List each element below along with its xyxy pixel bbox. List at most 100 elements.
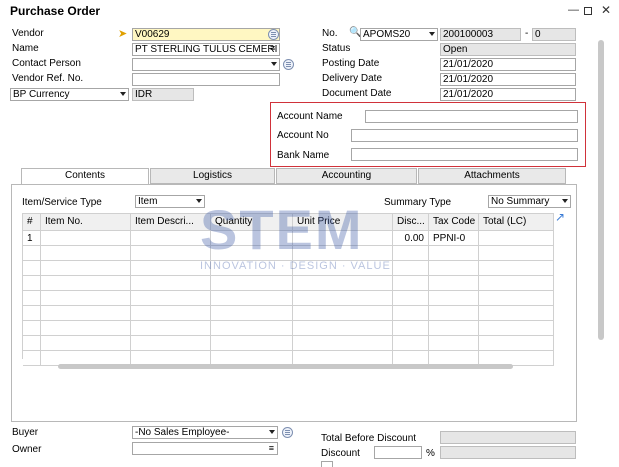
table-cell[interactable] [211,321,293,336]
grid-horizontal-scrollbar[interactable] [58,364,513,369]
maximize-icon[interactable] [584,7,592,15]
table-cell[interactable] [23,276,41,291]
series-select[interactable]: APOMS20 [360,28,438,41]
table-cell[interactable] [23,336,41,351]
table-cell[interactable] [429,306,479,321]
table-cell[interactable] [429,261,479,276]
table-cell[interactable] [293,261,393,276]
table-cell[interactable] [211,261,293,276]
table-cell[interactable] [393,291,429,306]
column-header[interactable]: Item No. [41,214,131,231]
table-cell[interactable] [393,246,429,261]
table-cell[interactable] [429,246,479,261]
table-cell[interactable] [479,291,554,306]
table-cell[interactable] [293,291,393,306]
column-header[interactable]: Item Descri... [131,214,211,231]
table-cell[interactable] [293,276,393,291]
table-cell[interactable] [23,291,41,306]
column-header[interactable]: Quantity [211,214,293,231]
table-cell[interactable] [41,306,131,321]
table-cell[interactable]: 1 [23,231,41,246]
owner-field[interactable]: ≡ [132,442,278,455]
table-cell[interactable] [393,276,429,291]
table-cell[interactable] [429,336,479,351]
table-cell[interactable] [293,336,393,351]
table-cell[interactable] [293,306,393,321]
posting-date-field[interactable]: 21/01/2020 [440,58,576,71]
tab-attachments[interactable]: Attachments [418,168,566,184]
document-date-field[interactable]: 21/01/2020 [440,88,576,101]
table-cell[interactable] [211,276,293,291]
currency-type-select[interactable]: BP Currency [10,88,129,101]
list-icon[interactable] [268,29,279,40]
column-header[interactable]: Unit Price [293,214,393,231]
table-cell[interactable] [41,276,131,291]
table-cell[interactable] [131,336,211,351]
table-cell[interactable] [479,321,554,336]
table-cell[interactable] [479,306,554,321]
tab-contents[interactable]: Contents [21,168,149,185]
summary-type-select[interactable]: No Summary [488,195,571,208]
table-cell[interactable] [41,336,131,351]
contact-person-select[interactable] [132,58,280,71]
table-cell[interactable] [41,261,131,276]
checkbox[interactable] [321,461,333,467]
table-cell[interactable] [393,306,429,321]
table-cell[interactable] [131,306,211,321]
table-cell[interactable] [41,321,131,336]
table-cell[interactable] [23,306,41,321]
table-cell[interactable] [293,231,393,246]
table-cell[interactable] [211,306,293,321]
delivery-date-field[interactable]: 21/01/2020 [440,73,576,86]
list-icon[interactable] [283,59,294,70]
table-cell[interactable] [211,246,293,261]
table-cell[interactable] [131,291,211,306]
discount-percent-field[interactable] [374,446,422,459]
table-cell[interactable]: 0.00 [393,231,429,246]
table-cell[interactable] [479,336,554,351]
table-cell[interactable] [393,261,429,276]
minimize-icon[interactable]: — [568,4,579,16]
tab-logistics[interactable]: Logistics [150,168,275,184]
vertical-scrollbar[interactable] [598,40,604,340]
bank-name-field[interactable] [351,148,578,161]
list-icon[interactable] [282,427,293,438]
column-header[interactable]: # [23,214,41,231]
vendor-code-field[interactable]: V00629 [132,28,280,41]
table-cell[interactable]: PPNI-0 [429,231,479,246]
table-cell[interactable] [393,321,429,336]
table-cell[interactable] [23,261,41,276]
column-header[interactable]: Disc... [393,214,429,231]
table-cell[interactable] [211,291,293,306]
expand-icon[interactable]: ↗ [555,210,565,224]
table-cell[interactable] [429,321,479,336]
link-arrow-icon[interactable]: ➤ [118,27,127,40]
table-cell[interactable] [393,336,429,351]
buyer-select[interactable]: -No Sales Employee- [132,426,278,439]
close-icon[interactable]: ✕ [601,3,611,17]
table-cell[interactable] [479,261,554,276]
table-cell[interactable] [429,276,479,291]
menu-lines-icon[interactable]: ≡ [270,43,275,53]
table-cell[interactable] [131,321,211,336]
table-cell[interactable] [131,231,211,246]
table-cell[interactable] [41,246,131,261]
vendor-ref-field[interactable] [132,73,280,86]
table-cell[interactable] [131,261,211,276]
table-cell[interactable] [23,351,41,366]
table-cell[interactable] [131,276,211,291]
vendor-name-field[interactable]: PT STERLING TULUS CEMERI [132,43,280,56]
item-type-select[interactable]: Item [135,195,205,208]
table-cell[interactable] [23,321,41,336]
table-cell[interactable] [479,246,554,261]
column-header[interactable]: Tax Code [429,214,479,231]
tab-accounting[interactable]: Accounting [276,168,417,184]
table-cell[interactable] [211,231,293,246]
table-cell[interactable] [41,231,131,246]
column-header[interactable]: Total (LC) [479,214,554,231]
table-cell[interactable] [479,231,554,246]
account-no-field[interactable] [351,129,578,142]
table-cell[interactable] [293,321,393,336]
table-cell[interactable] [429,291,479,306]
account-name-field[interactable] [365,110,578,123]
